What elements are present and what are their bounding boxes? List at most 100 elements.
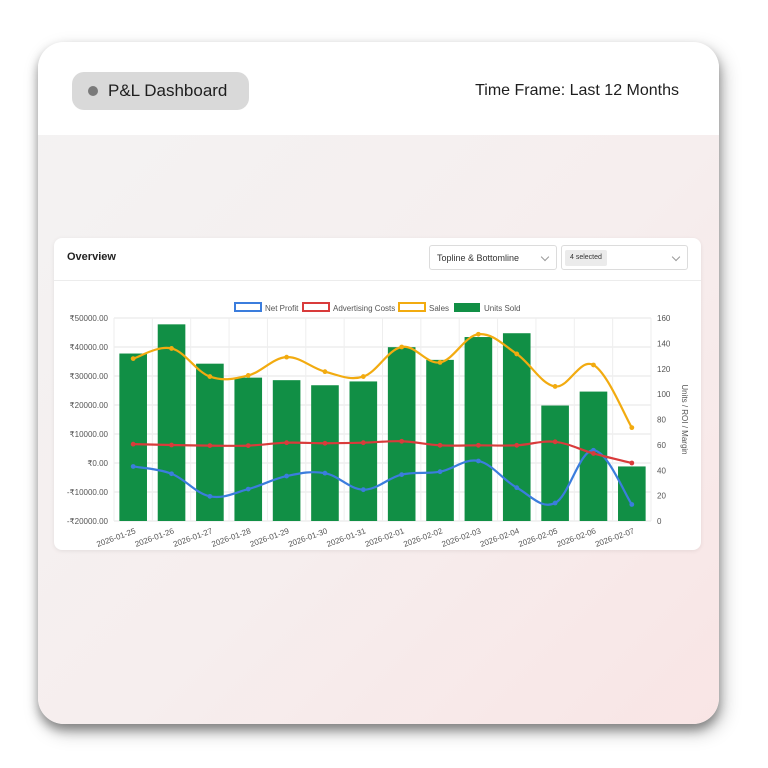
legend-swatch-units-sold xyxy=(454,303,480,312)
series-filter-select[interactable]: 4 selected xyxy=(561,245,688,270)
left-axis: ₹50000.00 ₹40000.00 ₹30000.00 ₹20000.00 ₹100… xyxy=(67,314,109,526)
net-profit-point xyxy=(169,471,174,477)
units-sold-bar xyxy=(387,347,416,521)
sales-point xyxy=(552,384,558,389)
x-tick-label: 2026-01-27 xyxy=(172,526,214,549)
sales-point xyxy=(284,354,290,360)
units-sold-bar xyxy=(426,359,454,521)
x-tick-label: 2026-02-02 xyxy=(402,526,444,549)
x-tick-label: 2026-01-26 xyxy=(134,526,176,549)
chart-legend[interactable]: Net Profit Advertising Costs Sales Units So… xyxy=(234,302,520,313)
x-axis: 2026-01-252026-01-262026-01-272026-01-28… xyxy=(95,526,636,549)
x-tick-label: 2026-02-06 xyxy=(556,526,598,549)
left-tick-label: ₹10000.00 xyxy=(70,430,109,439)
right-axis-label: Units / ROI / Margin xyxy=(680,384,689,454)
x-tick-label: 2026-02-03 xyxy=(441,526,483,549)
x-tick-label: 2026-01-28 xyxy=(210,526,252,549)
sales-point xyxy=(169,346,174,351)
right-tick-label: 160 xyxy=(657,314,671,323)
net-profit-point xyxy=(360,487,366,493)
legend-swatch-advertising-costs xyxy=(302,302,330,312)
chevron-down-icon xyxy=(671,252,681,262)
overview-card-header: Overview Topline & Bottomline 4 selected xyxy=(54,238,701,281)
metric-select-value: Topline & Bottomline xyxy=(437,253,520,263)
left-tick-label: -₹10000.00 xyxy=(67,488,109,497)
selected-count-chip: 4 selected xyxy=(565,250,607,266)
right-tick-label: 100 xyxy=(657,390,671,399)
units-sold-bar xyxy=(119,353,147,521)
dashboard-title-pill[interactable]: P&L Dashboard xyxy=(72,72,249,110)
units-sold-bar xyxy=(272,380,301,521)
net-profit-point xyxy=(245,486,251,492)
sales-point xyxy=(360,374,366,379)
net-profit-point xyxy=(629,502,635,507)
right-tick-label: 0 xyxy=(657,517,662,526)
chart-grid xyxy=(113,317,652,522)
x-tick-label: 2026-01-29 xyxy=(249,526,291,549)
x-tick-label: 2026-02-01 xyxy=(364,526,406,549)
sales-point xyxy=(514,351,520,357)
left-tick-label: -₹20000.00 xyxy=(67,517,109,526)
legend-label-advertising-costs: Advertising Costs xyxy=(333,304,395,313)
x-tick-label: 2026-01-30 xyxy=(287,526,329,549)
net-profit-point xyxy=(475,458,481,464)
sales-point xyxy=(130,356,136,361)
sales-point xyxy=(399,344,405,350)
right-axis: 160 140 120 100 80 60 40 20 0 Units / ROI / Margi… xyxy=(657,314,689,526)
advertising-costs-point xyxy=(552,439,558,445)
units-sold-bar xyxy=(349,381,378,521)
sales-point xyxy=(207,374,213,379)
legend-label-sales: Sales xyxy=(429,304,449,313)
sales-point xyxy=(629,425,635,431)
left-tick-label: ₹20000.00 xyxy=(70,401,109,410)
right-tick-label: 60 xyxy=(657,441,666,450)
legend-label-units-sold: Units Sold xyxy=(484,304,520,313)
sales-point xyxy=(245,373,251,378)
dashboard-title: P&L Dashboard xyxy=(108,81,228,100)
legend-label-net-profit: Net Profit xyxy=(265,304,299,313)
right-tick-label: 120 xyxy=(657,365,671,374)
advertising-costs-point xyxy=(169,442,174,448)
sales-point xyxy=(322,369,328,375)
x-tick-label: 2026-01-25 xyxy=(95,526,137,549)
x-tick-label: 2026-02-04 xyxy=(479,526,521,549)
right-tick-label: 40 xyxy=(657,466,666,475)
overview-chart: ₹50000.00 ₹40000.00 ₹30000.00 ₹20000.00 ₹100… xyxy=(67,302,689,549)
right-tick-label: 80 xyxy=(657,416,666,425)
time-frame-label: Time Frame: Last 12 Months xyxy=(475,82,679,99)
left-tick-label: ₹30000.00 xyxy=(70,372,109,381)
advertising-costs-point xyxy=(514,442,520,448)
legend-swatch-net-profit xyxy=(234,302,262,312)
advertising-costs-point xyxy=(322,440,328,446)
advertising-costs-point xyxy=(591,451,596,456)
left-tick-label: ₹40000.00 xyxy=(70,343,109,352)
net-profit-point xyxy=(322,470,328,476)
advertising-costs-point xyxy=(284,440,290,446)
dashboard-header: P&L Dashboard Time Frame: Last 12 Months xyxy=(38,42,719,135)
net-profit-point xyxy=(514,485,520,491)
units-sold-bar xyxy=(311,385,339,521)
x-tick-label: 2026-02-07 xyxy=(594,526,636,549)
sales-point xyxy=(437,359,443,365)
advertising-costs-point xyxy=(629,460,635,466)
sales-point xyxy=(475,331,481,337)
advertising-costs-point xyxy=(207,443,213,448)
net-profit-point xyxy=(437,469,443,475)
net-profit-point xyxy=(130,464,136,469)
legend-swatch-sales xyxy=(398,302,426,312)
advertising-costs-point xyxy=(437,442,443,448)
net-profit-point xyxy=(207,493,213,499)
left-tick-label: ₹50000.00 xyxy=(70,314,109,323)
sales-point xyxy=(591,362,596,368)
status-dot-icon xyxy=(88,86,98,96)
advertising-costs-point xyxy=(475,442,481,448)
units-sold-bar xyxy=(618,466,646,521)
right-tick-label: 20 xyxy=(657,492,666,501)
x-tick-label: 2026-01-31 xyxy=(325,526,367,549)
units-sold-bar xyxy=(464,337,493,521)
units-sold-bar xyxy=(234,377,263,521)
advertising-costs-point xyxy=(130,441,136,447)
right-tick-label: 140 xyxy=(657,339,671,348)
chevron-down-icon xyxy=(540,252,550,262)
metric-select[interactable]: Topline & Bottomline xyxy=(429,245,557,270)
